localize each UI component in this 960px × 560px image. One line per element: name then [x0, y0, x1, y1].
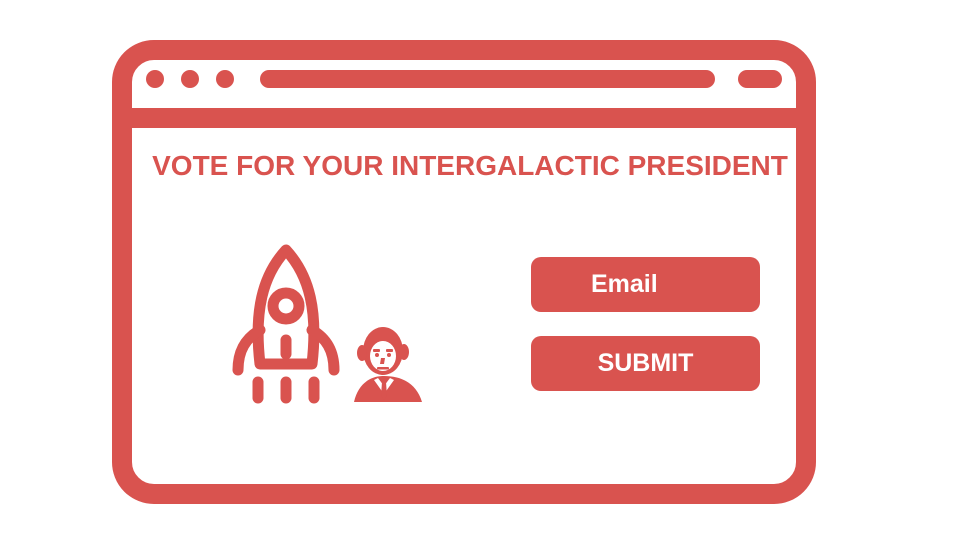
window-control-dot-2[interactable] — [181, 70, 199, 88]
address-bar[interactable] — [260, 70, 715, 88]
email-field[interactable]: Email — [531, 257, 760, 312]
president-portrait — [354, 327, 422, 402]
stage: VOTE FOR YOUR INTERGALACTIC PRESIDENT Em… — [0, 0, 960, 560]
submit-button[interactable]: SUBMIT — [531, 336, 760, 391]
window-control-dot-3[interactable] — [216, 70, 234, 88]
browser-menu-button[interactable] — [738, 70, 782, 88]
page-title: VOTE FOR YOUR INTERGALACTIC PRESIDENT — [152, 150, 788, 181]
browser-toolbar-divider — [112, 108, 816, 128]
window-control-dot-1[interactable] — [146, 70, 164, 88]
rocket-icon — [232, 244, 340, 404]
